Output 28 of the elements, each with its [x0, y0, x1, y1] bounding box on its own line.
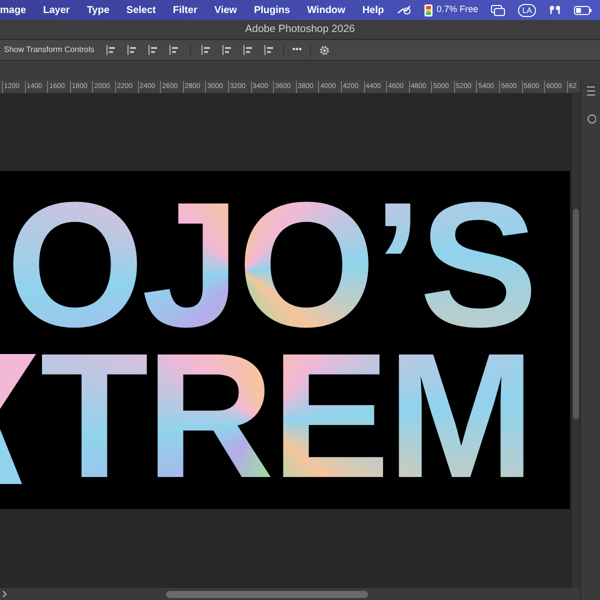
memory-icon[interactable] [424, 4, 433, 16]
memory-status[interactable]: 0.7% Free [436, 3, 478, 17]
panel-icon[interactable] [586, 113, 596, 125]
horizontal-scrollbar[interactable] [0, 588, 580, 600]
menu-item[interactable]: Type [86, 2, 110, 18]
scrollbar-thumb[interactable] [573, 209, 579, 419]
status-icon[interactable] [396, 4, 411, 16]
battery-icon[interactable] [574, 6, 592, 14]
vertical-scrollbar[interactable] [572, 94, 580, 588]
menu-item[interactable]: Help [362, 2, 384, 18]
menu-item[interactable]: Plugins [254, 2, 290, 18]
window-title: Adobe Photoshop 2026 [245, 22, 355, 37]
more-button[interactable]: ••• [284, 43, 311, 57]
option-label[interactable]: Show Transform Controls [4, 44, 94, 56]
chevron-right-icon[interactable] [2, 590, 8, 598]
align-left-icon[interactable] [106, 45, 118, 55]
input-source[interactable]: LA [518, 4, 536, 16]
menu-item[interactable]: Select [126, 2, 156, 18]
settings-icon[interactable] [318, 44, 330, 56]
windows-icon[interactable] [491, 4, 506, 16]
panel-icon[interactable] [586, 85, 596, 97]
earbuds-icon[interactable] [549, 5, 561, 15]
menu-item[interactable]: Window [307, 2, 346, 18]
scrollbar-thumb[interactable] [166, 590, 368, 598]
menu-item[interactable]: mage [0, 2, 26, 18]
menu-item[interactable]: View [214, 2, 237, 18]
menu-item[interactable]: Layer [43, 2, 70, 18]
menu-item[interactable]: Filter [172, 2, 198, 18]
